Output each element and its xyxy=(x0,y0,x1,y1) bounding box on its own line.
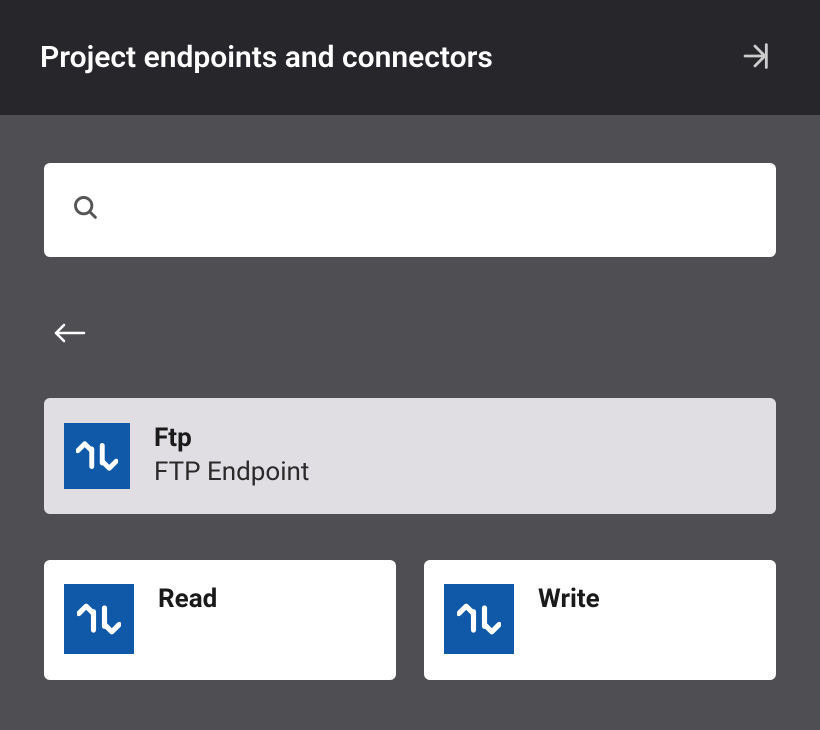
endpoint-card-ftp[interactable]: Ftp FTP Endpoint xyxy=(44,398,776,514)
endpoint-text: Ftp FTP Endpoint xyxy=(154,422,309,490)
endpoint-name: Ftp xyxy=(154,422,309,456)
action-label: Read xyxy=(158,584,217,614)
endpoint-subtitle: FTP Endpoint xyxy=(154,456,309,490)
back-button[interactable] xyxy=(48,315,92,354)
transfer-icon xyxy=(64,584,134,654)
search-icon xyxy=(72,194,100,226)
collapse-button[interactable] xyxy=(730,31,780,84)
search-input[interactable] xyxy=(116,199,748,222)
actions-row: Read Write xyxy=(44,560,776,680)
action-card-write[interactable]: Write xyxy=(424,560,776,680)
action-card-read[interactable]: Read xyxy=(44,560,396,680)
panel-header: Project endpoints and connectors xyxy=(0,0,820,115)
collapse-right-icon xyxy=(738,39,772,76)
arrow-left-icon xyxy=(52,319,88,350)
page-title: Project endpoints and connectors xyxy=(40,40,493,75)
search-container[interactable] xyxy=(44,163,776,257)
transfer-icon xyxy=(444,584,514,654)
content-area: Ftp FTP Endpoint Read xyxy=(0,115,820,728)
transfer-icon xyxy=(64,423,130,489)
action-label: Write xyxy=(538,584,600,614)
